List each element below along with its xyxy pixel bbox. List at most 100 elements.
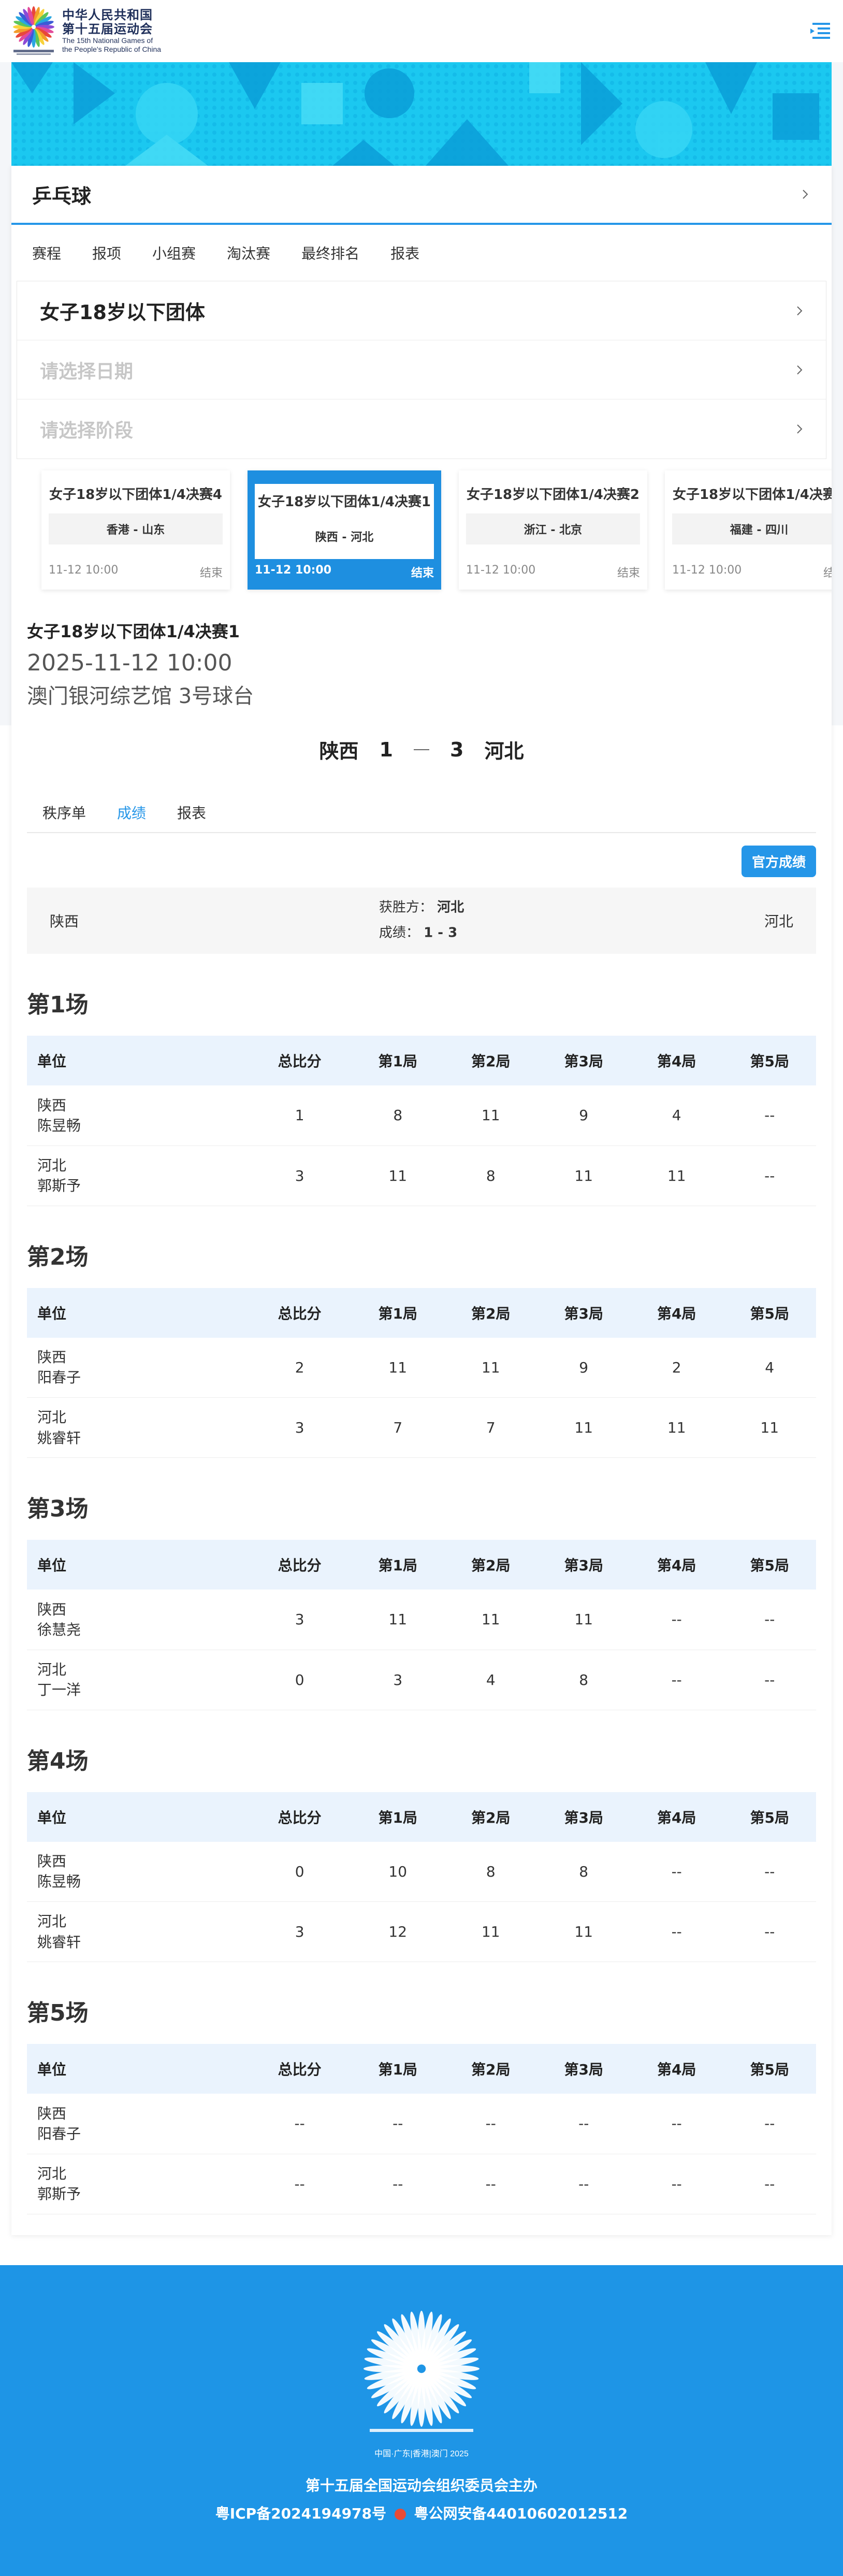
table-header-col-unit: 单位	[27, 1540, 248, 1590]
total-score-cell: 3	[248, 1397, 352, 1458]
game-score-cell: 11	[630, 1397, 723, 1458]
menu-icon[interactable]	[807, 18, 833, 44]
match-card-active[interactable]: 女子18岁以下团体1/4决赛1 陕西 - 河北 11-12 10:00 结束	[248, 470, 441, 590]
winner-bar-team-right: 河北	[764, 913, 793, 930]
official-results-button[interactable]: 官方成绩	[741, 846, 816, 877]
match-card-title: 女子18岁以下团体1/4决赛2	[466, 487, 639, 503]
table-header-col-total: 总比分	[248, 2044, 352, 2094]
tab-results[interactable]: 成绩	[117, 802, 146, 832]
tab-group-stage[interactable]: 小组赛	[152, 242, 196, 263]
game-score-cell: --	[630, 1650, 723, 1710]
unit-name: 河北	[37, 1661, 67, 1678]
footer-icp-link[interactable]: 粤ICP备2024194978号	[215, 2505, 386, 2522]
game-score-cell: --	[351, 2154, 444, 2214]
unit-player-cell: 河北 丁一洋	[27, 1650, 248, 1710]
winner-line: 获胜方： 河北	[379, 895, 464, 921]
table-header-col-g5: 第5局	[723, 1036, 816, 1085]
games-logo[interactable]: 中华人民共和国 第十五届运动会 The 15th National Games …	[11, 5, 161, 57]
table-header-col-unit: 单位	[27, 2044, 248, 2094]
match-card[interactable]: 女子18岁以下团体1/4决赛4 香港 - 山东 11-12 10:00 结束	[41, 470, 230, 590]
result-sub-tabs: 秩序单 成绩 报表	[27, 802, 816, 833]
game-score-cell: --	[630, 2154, 723, 2214]
game-score-cell: 11	[444, 1901, 537, 1962]
winner-summary: 陕西 获胜方： 河北 成绩： 1 - 3 河北	[27, 888, 816, 954]
match-card-teams: 香港 - 山东	[49, 513, 223, 545]
stage-selector[interactable]: 请选择阶段	[17, 399, 826, 459]
unit-name: 河北	[37, 1156, 67, 1174]
game-score-cell: --	[630, 1590, 723, 1650]
player-name: 郭斯予	[37, 1177, 81, 1194]
unit-name: 陕西	[37, 1853, 67, 1870]
game-score-cell: 10	[351, 1841, 444, 1902]
match-card-title: 女子18岁以下团体1/4决赛1	[258, 494, 431, 510]
stage-placeholder: 请选择阶段	[40, 420, 134, 441]
unit-player-cell: 陕西 陈昱畅	[27, 1841, 248, 1902]
table-header-row: 单位 总比分 第1局 第2局 第3局 第4局 第5局	[27, 1287, 816, 1338]
tab-schedule[interactable]: 赛程	[32, 242, 61, 263]
game-score-cell: --	[351, 2094, 444, 2154]
final-score-label: 成绩：	[379, 925, 419, 941]
game-score-cell: 11	[537, 1901, 630, 1962]
unit-name: 河北	[37, 2165, 67, 2182]
table-row: 陕西 陈昱畅 0 10 8 8 -- --	[27, 1841, 816, 1902]
total-score-cell: 0	[248, 1650, 352, 1710]
table-header-col-g2: 第2局	[444, 1036, 537, 1085]
game-score-cell: --	[630, 1901, 723, 1962]
total-score-cell: 3	[248, 1146, 352, 1206]
game-score-cell: 11	[537, 1146, 630, 1206]
chevron-right-icon	[797, 365, 803, 375]
table-row: 陕西 陈昱畅 1 8 11 9 4 --	[27, 1085, 816, 1146]
date-selector[interactable]: 请选择日期	[17, 340, 826, 399]
tab-order-of-play[interactable]: 秩序单	[42, 802, 86, 832]
unit-name: 河北	[37, 1913, 67, 1930]
match-card[interactable]: 女子18岁以下团体1/4决赛3 福建 - 四川 11-12 10:00 结束	[664, 470, 832, 590]
footer-police-link[interactable]: 粤公网安备44010602012512	[414, 2505, 628, 2522]
sets-container: 第1场 单位 总比分 第1局 第2局 第3局 第4局 第5局 陕西 陈昱畅 1 8 11 9 4 -- 河北 郭斯…	[11, 986, 832, 2214]
tab-final-ranking[interactable]: 最终排名	[301, 242, 359, 263]
set-title: 第5场	[27, 2000, 89, 2026]
game-score-cell: --	[444, 2094, 537, 2154]
tab-reports[interactable]: 报表	[390, 242, 419, 263]
date-placeholder: 请选择日期	[40, 361, 134, 382]
player-name: 陈昱畅	[37, 1873, 81, 1891]
police-badge-icon	[394, 2509, 406, 2520]
match-card-strip[interactable]: 女子18岁以下团体1/4决赛4 香港 - 山东 11-12 10:00 结束 女…	[11, 459, 832, 601]
tab-entries[interactable]: 报项	[92, 242, 121, 263]
table-header-col-g1: 第1局	[351, 2044, 444, 2094]
match-info: 女子18岁以下团体1/4决赛1 2025-11-12 10:00 澳门银河综艺馆…	[11, 601, 832, 709]
event-selector[interactable]: 女子18岁以下团体	[17, 281, 826, 340]
unit-player-cell: 河北 姚睿轩	[27, 1901, 248, 1962]
sport-selector[interactable]: 乒乓球	[11, 166, 832, 225]
tab-match-reports[interactable]: 报表	[177, 802, 206, 832]
unit-player-cell: 陕西 陈昱畅	[27, 1085, 248, 1146]
unit-player-cell: 河北 郭斯予	[27, 1146, 248, 1206]
game-score-cell: 11	[537, 1590, 630, 1650]
game-score-cell: 8	[444, 1841, 537, 1902]
tab-knockout[interactable]: 淘汰赛	[227, 242, 270, 263]
game-score-cell: --	[723, 1146, 816, 1206]
match-card-teams: 浙江 - 北京	[466, 513, 640, 545]
total-score-cell: 3	[248, 1901, 352, 1962]
match-card[interactable]: 女子18岁以下团体1/4决赛2 浙江 - 北京 11-12 10:00 结束	[458, 470, 647, 590]
table-row: 河北 郭斯予 3 11 8 11 11 --	[27, 1146, 816, 1206]
table-header-col-g5: 第5局	[723, 2044, 816, 2094]
sport-nav-tabs: 赛程 报项 小组赛 淘汰赛 最终排名 报表	[11, 225, 832, 281]
game-score-cell: 4	[723, 1337, 816, 1398]
final-score-value: 1 - 3	[424, 925, 458, 941]
table-row: 陕西 徐慧尧 3 11 11 11 -- --	[27, 1590, 816, 1650]
game-score-cell: --	[537, 2094, 630, 2154]
game-score-cell: 8	[351, 1085, 444, 1146]
table-header-col-g4: 第4局	[630, 1792, 723, 1842]
table-row: 河北 姚睿轩 3 7 7 11 11 11	[27, 1397, 816, 1458]
set-block: 第4场 单位 总比分 第1局 第2局 第3局 第4局 第5局 陕西 陈昱畅 0 10 8 8 -- -- 河北姚…	[27, 1742, 816, 1962]
set-score-table: 单位 总比分 第1局 第2局 第3局 第4局 第5局 陕西 徐慧尧 3 11 11 11 -- -- 河北 丁一…	[27, 1540, 816, 1710]
unit-player-cell: 河北 郭斯予	[27, 2154, 248, 2214]
unit-player-cell: 陕西 徐慧尧	[27, 1590, 248, 1650]
set-score-table: 单位 总比分 第1局 第2局 第3局 第4局 第5局 陕西 阳春子 2 11 11 9 2 4 河北 姚睿轩 3 7…	[27, 1287, 816, 1458]
page: 中华人民共和国 第十五届运动会 The 15th National Games …	[0, 0, 843, 2576]
sport-title: 乒乓球	[32, 184, 92, 208]
footer-registration: 粤ICP备2024194978号 粤公网安备44010602012512	[215, 2502, 628, 2523]
table-header-col-g2: 第2局	[444, 2044, 537, 2094]
game-score-cell: --	[723, 1590, 816, 1650]
table-row: 河北 丁一洋 0 3 4 8 -- --	[27, 1650, 816, 1710]
